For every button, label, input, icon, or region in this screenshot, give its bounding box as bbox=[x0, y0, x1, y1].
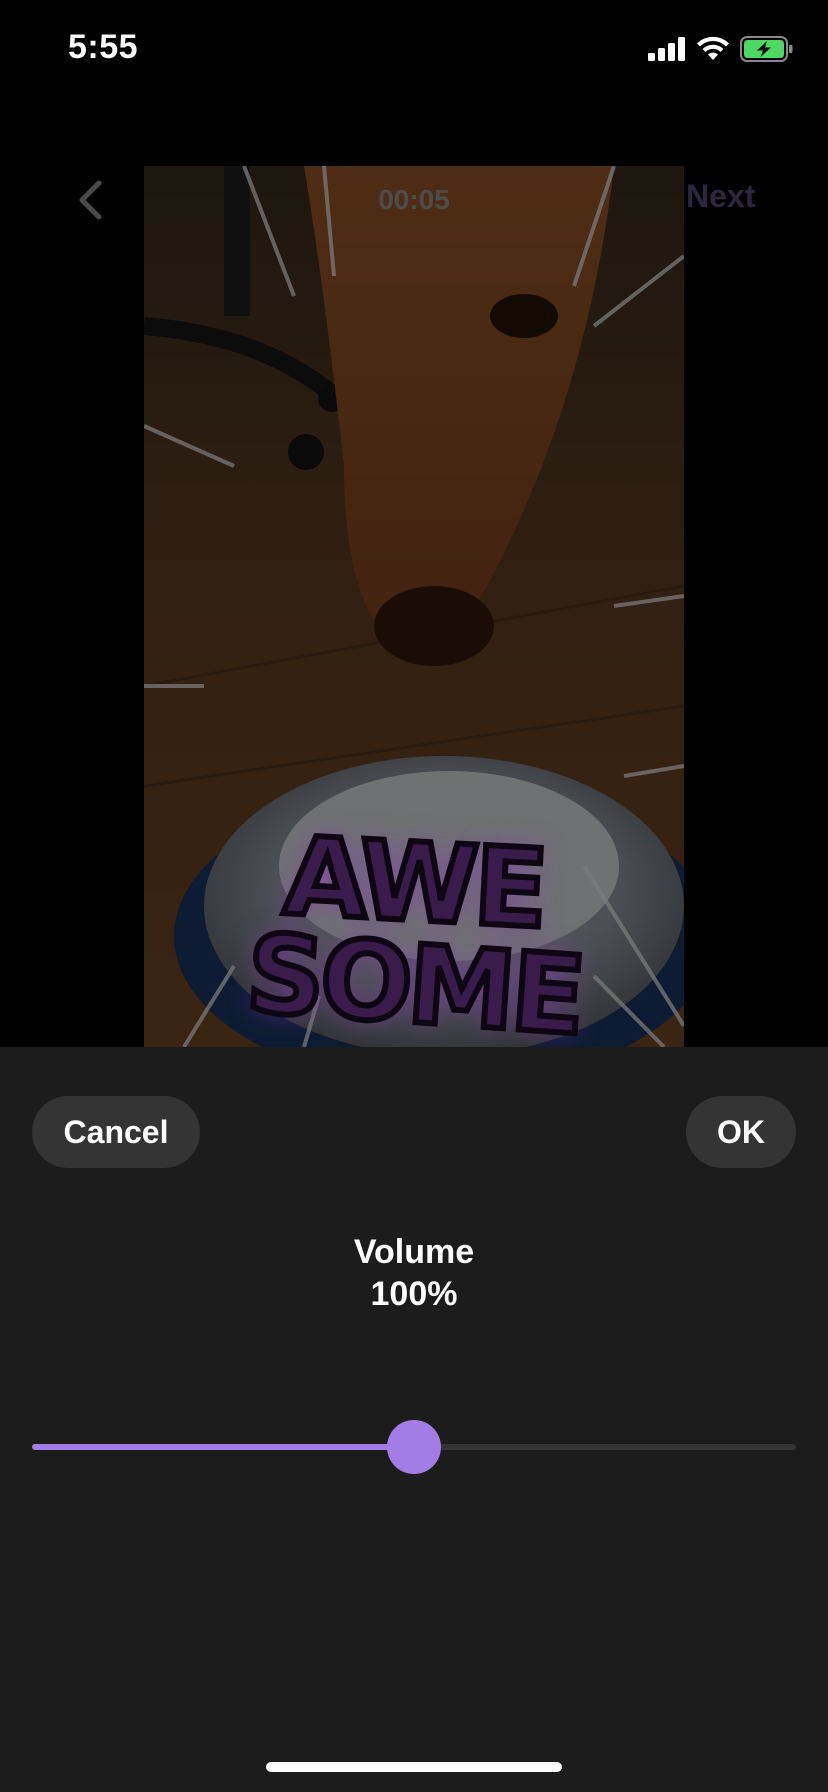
video-stage: AWE SOME 00:05 Next bbox=[0, 100, 828, 1047]
cellular-signal-icon bbox=[648, 37, 685, 61]
status-time: 5:55 bbox=[68, 28, 139, 66]
wifi-icon bbox=[697, 36, 729, 60]
status-bar: 5:55 bbox=[0, 0, 828, 100]
ok-button[interactable]: OK bbox=[686, 1096, 796, 1168]
volume-value: 100% bbox=[370, 1275, 458, 1313]
battery-charging-icon bbox=[740, 36, 793, 62]
slider-fill bbox=[32, 1444, 414, 1450]
status-icons bbox=[648, 36, 794, 62]
next-button[interactable]: Next bbox=[686, 178, 755, 215]
volume-slider[interactable] bbox=[32, 1417, 796, 1477]
cancel-button[interactable]: Cancel bbox=[32, 1096, 200, 1168]
video-preview[interactable]: AWE SOME bbox=[144, 166, 684, 1047]
volume-sheet: Cancel OK Volume 100% bbox=[0, 1047, 828, 1792]
home-indicator[interactable] bbox=[266, 1762, 562, 1772]
slider-thumb[interactable] bbox=[387, 1420, 441, 1474]
volume-title: Volume bbox=[353, 1233, 475, 1271]
